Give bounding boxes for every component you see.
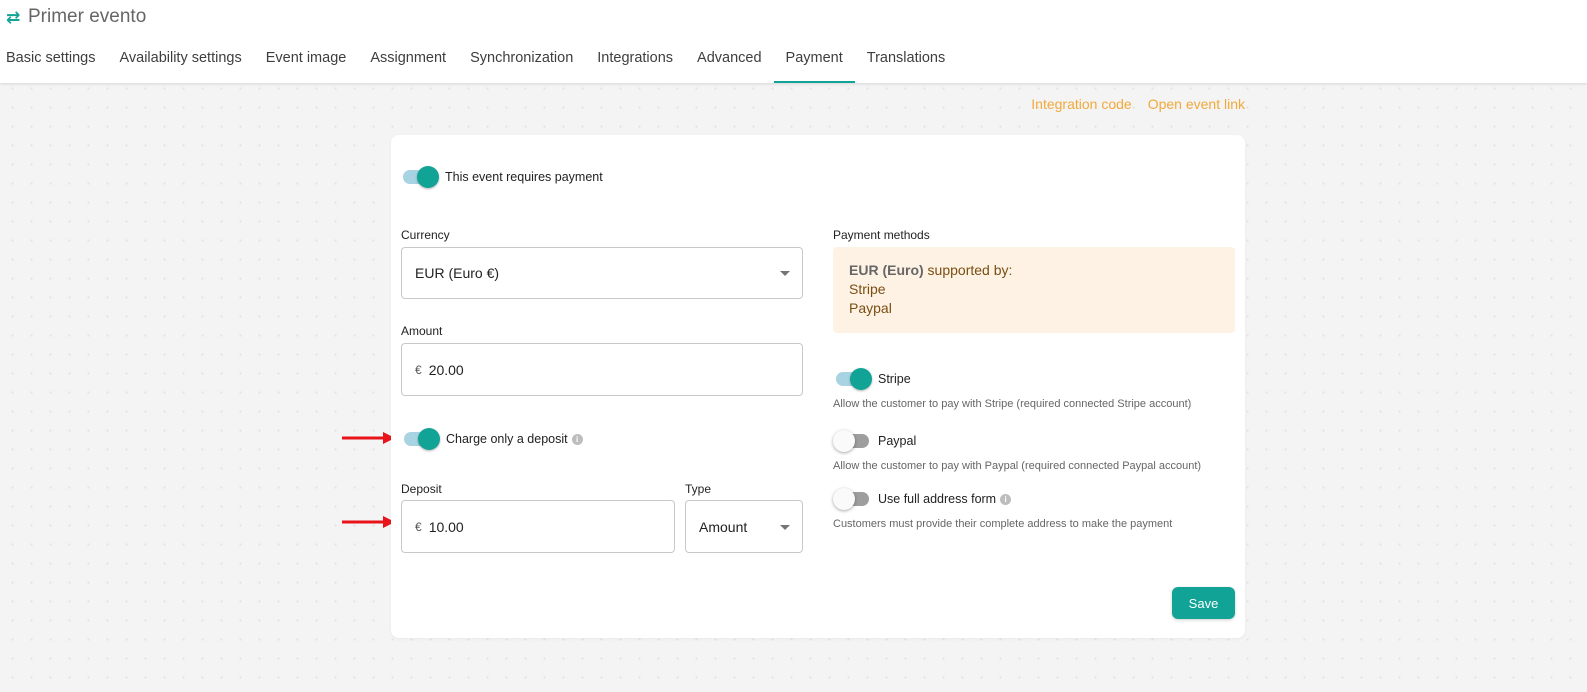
- type-select[interactable]: Amount: [685, 500, 803, 553]
- tab-basic-settings[interactable]: Basic settings: [0, 42, 107, 83]
- deposit-value: 10.00: [428, 518, 464, 535]
- type-value: Amount: [699, 518, 748, 535]
- top-links: Integration code Open event link: [1031, 96, 1245, 112]
- info-icon[interactable]: i: [571, 433, 583, 445]
- deposit-toggle-row: Charge only a deposit i: [402, 428, 583, 450]
- tab-payment[interactable]: Payment: [773, 42, 855, 83]
- stripe-label: Stripe: [878, 372, 911, 386]
- deposit-label: Deposit: [401, 482, 442, 496]
- provider-stripe: Stripe: [849, 281, 886, 297]
- paypal-hint: Allow the customer to pay with Paypal (r…: [833, 460, 1202, 472]
- stripe-row: Stripe: [834, 368, 911, 390]
- full-address-toggle[interactable]: [833, 488, 870, 510]
- charge-deposit-toggle[interactable]: [402, 428, 440, 450]
- chevron-down-icon: [780, 271, 790, 276]
- annotation-arrow-deposit-toggle: [342, 432, 395, 444]
- annotation-arrow-deposit-field: [342, 516, 395, 528]
- title-row: ⇄ Primer evento: [6, 6, 146, 28]
- currency-label: Currency: [401, 228, 450, 242]
- deposit-input[interactable]: € 10.00: [401, 500, 675, 553]
- currency-name: EUR (Euro): [849, 262, 924, 278]
- requires-payment-toggle[interactable]: [401, 166, 439, 188]
- supported-by-text: supported by:: [923, 262, 1013, 278]
- requires-payment-row: This event requires payment: [401, 166, 603, 188]
- tab-assignment[interactable]: Assignment: [358, 42, 458, 83]
- page-header: ⇄ Primer evento Basic settings Availabil…: [0, 0, 1587, 83]
- info-icon[interactable]: i: [1000, 493, 1012, 505]
- open-event-link[interactable]: Open event link: [1148, 96, 1245, 112]
- amount-input[interactable]: € 20.00: [401, 343, 803, 396]
- currency-select[interactable]: EUR (Euro €): [401, 247, 803, 299]
- tab-advanced[interactable]: Advanced: [685, 42, 774, 83]
- payment-methods-info: EUR (Euro) supported by: Stripe Paypal: [833, 247, 1235, 333]
- payment-settings-card: This event requires payment Currency EUR…: [391, 135, 1245, 638]
- type-label: Type: [685, 482, 712, 496]
- stripe-hint: Allow the customer to pay with Stripe (r…: [833, 398, 1192, 410]
- requires-payment-label: This event requires payment: [445, 170, 603, 184]
- chevron-down-icon: [780, 524, 790, 530]
- paypal-row: Paypal: [833, 430, 917, 452]
- tab-event-image[interactable]: Event image: [254, 42, 359, 83]
- euro-prefix: €: [415, 519, 422, 534]
- charge-deposit-label: Charge only a deposit: [446, 432, 568, 446]
- amount-label: Amount: [401, 324, 443, 338]
- amount-value: 20.00: [428, 361, 464, 378]
- full-address-hint: Customers must provide their complete ad…: [833, 518, 1173, 530]
- tab-integrations[interactable]: Integrations: [585, 42, 685, 83]
- euro-prefix: €: [415, 362, 422, 377]
- currency-value: EUR (Euro €): [415, 265, 500, 281]
- tab-availability-settings[interactable]: Availability settings: [107, 42, 253, 83]
- paypal-toggle[interactable]: [833, 430, 870, 452]
- provider-paypal: Paypal: [849, 300, 892, 316]
- swap-arrows-icon[interactable]: ⇄: [6, 9, 22, 26]
- stripe-toggle[interactable]: [834, 368, 872, 390]
- integration-code-link[interactable]: Integration code: [1031, 96, 1131, 112]
- save-button[interactable]: Save: [1172, 587, 1235, 619]
- full-address-label: Use full address form: [878, 492, 997, 506]
- payment-methods-label: Payment methods: [833, 228, 930, 242]
- tab-synchronization[interactable]: Synchronization: [458, 42, 585, 83]
- tab-translations[interactable]: Translations: [855, 42, 957, 83]
- paypal-label: Paypal: [878, 434, 917, 448]
- tab-bar: Basic settings Availability settings Eve…: [0, 42, 957, 83]
- page-title: Primer evento: [28, 6, 147, 27]
- full-address-row: Use full address form i: [833, 488, 1012, 510]
